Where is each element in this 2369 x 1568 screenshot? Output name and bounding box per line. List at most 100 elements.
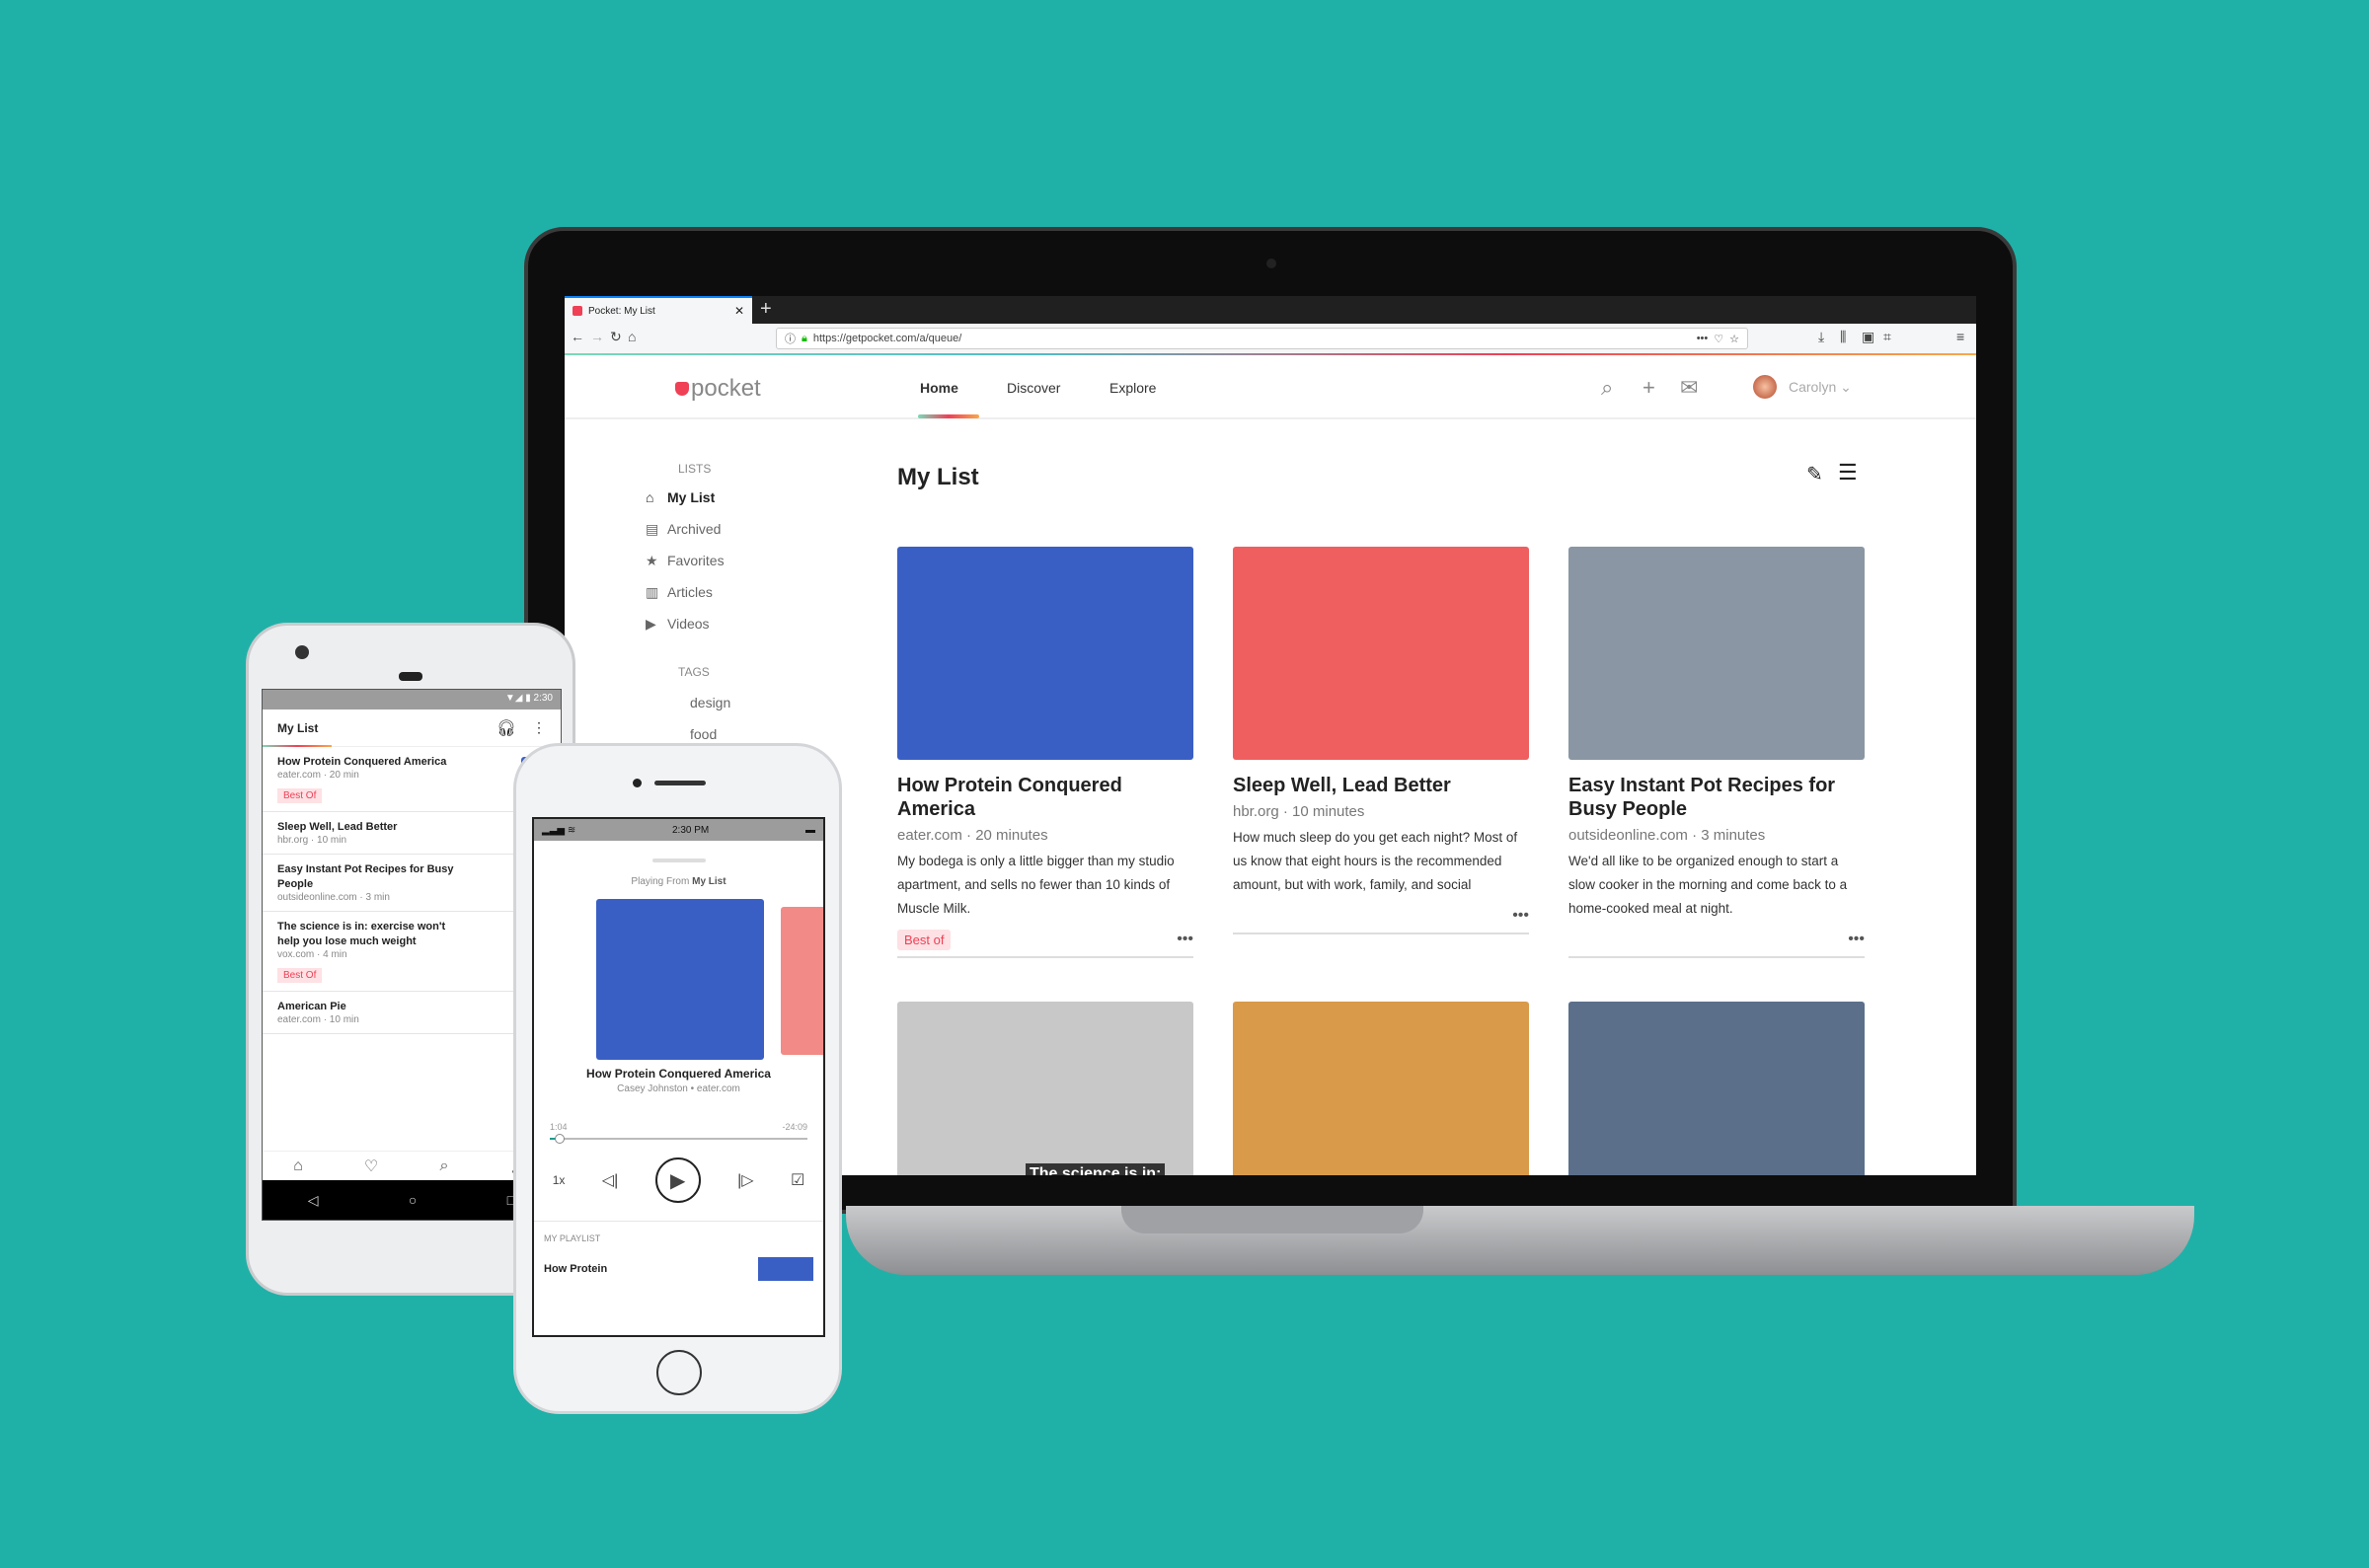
home-button[interactable]	[656, 1350, 702, 1395]
next-cover-art[interactable]	[781, 907, 823, 1055]
item-title: The science is in: exercise won't help y…	[277, 921, 446, 947]
article-image[interactable]	[897, 547, 1193, 760]
more-options-icon[interactable]: •••	[1177, 931, 1193, 948]
close-tab-icon[interactable]: ✕	[734, 304, 744, 318]
search-tab-icon[interactable]: ⌕	[439, 1157, 448, 1175]
reload-icon[interactable]: ↻	[610, 329, 622, 345]
article-image[interactable]	[1233, 1002, 1529, 1175]
pocket-logo[interactable]: pocket	[675, 375, 761, 403]
skip-forward-icon[interactable]: |▷	[737, 1170, 753, 1190]
article-image[interactable]	[1568, 1002, 1865, 1175]
library-icon[interactable]: ⫼	[1840, 329, 1846, 345]
home-icon: ⌂	[646, 489, 654, 505]
track-title: How Protein Conquered America	[586, 1067, 771, 1081]
status-time: 2:30	[533, 693, 553, 704]
browser-tab[interactable]: Pocket: My List ✕	[565, 296, 752, 324]
more-icon[interactable]: •••	[1697, 333, 1709, 344]
article-card[interactable]: How Protein Conquered America eater.com …	[897, 547, 1193, 958]
best-of-badge[interactable]: Best of	[897, 929, 952, 950]
pocket-save-icon[interactable]: ♡	[1714, 333, 1723, 345]
search-icon[interactable]: ⌕	[1601, 375, 1613, 401]
forward-icon[interactable]: →	[590, 329, 604, 344]
speed-button[interactable]: 1x	[553, 1173, 566, 1187]
nav-home[interactable]: Home	[920, 380, 958, 396]
article-title[interactable]: Sleep Well, Lead Better	[1233, 774, 1529, 797]
more-options-icon[interactable]: •••	[1512, 907, 1529, 925]
avatar[interactable]	[1753, 375, 1777, 399]
item-meta: outsideonline.com · 3 min	[277, 892, 390, 903]
progress-knob[interactable]	[555, 1134, 566, 1144]
front-camera	[295, 645, 309, 659]
favorites-tab-icon[interactable]: ♡	[364, 1157, 378, 1176]
back-icon[interactable]: ◁	[308, 1192, 319, 1209]
article-excerpt: My bodega is only a little bigger than m…	[897, 854, 1175, 916]
headphones-icon[interactable]: 🎧︎	[497, 718, 516, 738]
item-meta: eater.com · 10 min	[277, 1014, 359, 1025]
archive-icon[interactable]: ☑	[791, 1170, 804, 1190]
article-image[interactable]	[1568, 547, 1865, 760]
chevron-down-icon: ⌄	[1840, 379, 1852, 395]
skip-back-icon[interactable]: ◁|	[602, 1170, 618, 1190]
sidebar-icon[interactable]: ▣	[1862, 329, 1874, 345]
article-image[interactable]: The science is in:	[897, 1002, 1193, 1175]
article-card[interactable]: Sleep Well, Lead Better hbr.org · 10 min…	[1233, 547, 1529, 934]
home-icon[interactable]: ⌂	[628, 329, 636, 344]
sidebar-item-label: Favorites	[667, 553, 725, 568]
star-icon: ★	[646, 553, 658, 568]
playlist-item[interactable]: How Protein	[544, 1263, 607, 1275]
play-icon[interactable]: ▶	[654, 1157, 701, 1203]
article-image[interactable]	[1233, 547, 1529, 760]
user-menu[interactable]: Carolyn ⌄	[1789, 379, 1852, 396]
playing-from: Playing From My List	[534, 876, 823, 887]
progress-slider[interactable]	[550, 1134, 807, 1144]
url-bar[interactable]: ⓘ 🔒︎ https://getpocket.com/a/queue/ ••• …	[776, 328, 1748, 349]
drag-handle[interactable]	[651, 859, 706, 862]
lock-icon: 🔒︎	[802, 332, 807, 344]
tag-design[interactable]: design	[690, 695, 730, 710]
lists-heading: LISTS	[678, 462, 712, 476]
track-byline: Casey Johnston • eater.com	[617, 1083, 740, 1094]
edit-icon[interactable]: ✎	[1806, 462, 1823, 486]
nav-explore[interactable]: Explore	[1109, 380, 1156, 396]
sidebar-item-articles[interactable]: ▥ Articles	[646, 584, 713, 601]
tag-food[interactable]: food	[690, 726, 717, 742]
sidebar-item-videos[interactable]: ▶ Videos	[646, 616, 710, 633]
image-caption: The science is in:	[1026, 1163, 1166, 1175]
remaining-time: -24:09	[782, 1122, 807, 1132]
nav-discover[interactable]: Discover	[1007, 380, 1060, 396]
download-icon[interactable]: ⤓	[1818, 329, 1824, 345]
signal-icon: ▂▃▅ ≋	[542, 824, 576, 836]
item-title: Easy Instant Pot Recipes for Busy People	[277, 863, 454, 890]
sidebar-item-archived[interactable]: ▤ Archived	[646, 521, 721, 538]
bookmark-star-icon[interactable]: ☆	[1729, 333, 1739, 345]
list-view-icon[interactable]: ☰	[1838, 460, 1858, 485]
sidebar-item-my-list[interactable]: ⌂ My List	[646, 489, 715, 505]
more-options-icon[interactable]: •••	[1848, 931, 1865, 948]
home-tab-icon[interactable]: ⌂	[293, 1157, 303, 1175]
logo-text: pocket	[691, 375, 761, 402]
status-time: 2:30 PM	[671, 824, 710, 836]
add-icon[interactable]: +	[1643, 375, 1655, 401]
android-title: My List	[277, 720, 319, 735]
article-card[interactable]: Easy Instant Pot Recipes for Busy People…	[1568, 547, 1865, 958]
url-text: https://getpocket.com/a/queue/	[812, 333, 962, 344]
article-excerpt: We'd all like to be organized enough to …	[1568, 854, 1848, 916]
sidebar-item-favorites[interactable]: ★ Favorites	[646, 553, 725, 569]
playlist-heading: MY PLAYLIST	[544, 1233, 601, 1243]
article-title[interactable]: How Protein Conquered America	[897, 774, 1193, 821]
article-title[interactable]: Easy Instant Pot Recipes for Busy People	[1568, 774, 1865, 821]
article-meta: eater.com · 20 minutes	[897, 827, 1048, 844]
menu-icon[interactable]: ≡	[1956, 329, 1964, 344]
home-button-icon[interactable]: ○	[409, 1192, 417, 1208]
article-icon: ▥	[646, 584, 659, 600]
crop-icon[interactable]: ⌗	[1883, 329, 1891, 345]
article-meta: outsideonline.com · 3 minutes	[1568, 827, 1766, 844]
speaker	[654, 781, 706, 785]
new-tab-icon[interactable]: +	[760, 298, 772, 321]
inbox-icon[interactable]: ✉	[1680, 375, 1698, 401]
iphone-screen: ▂▃▅ ≋ 2:30 PM ▬ Playing From My List How P…	[532, 817, 825, 1337]
playing-list: My List	[692, 876, 726, 887]
back-icon[interactable]: ←	[571, 329, 584, 344]
overflow-menu-icon[interactable]: ⋮	[532, 719, 546, 736]
webcam	[1266, 259, 1276, 268]
